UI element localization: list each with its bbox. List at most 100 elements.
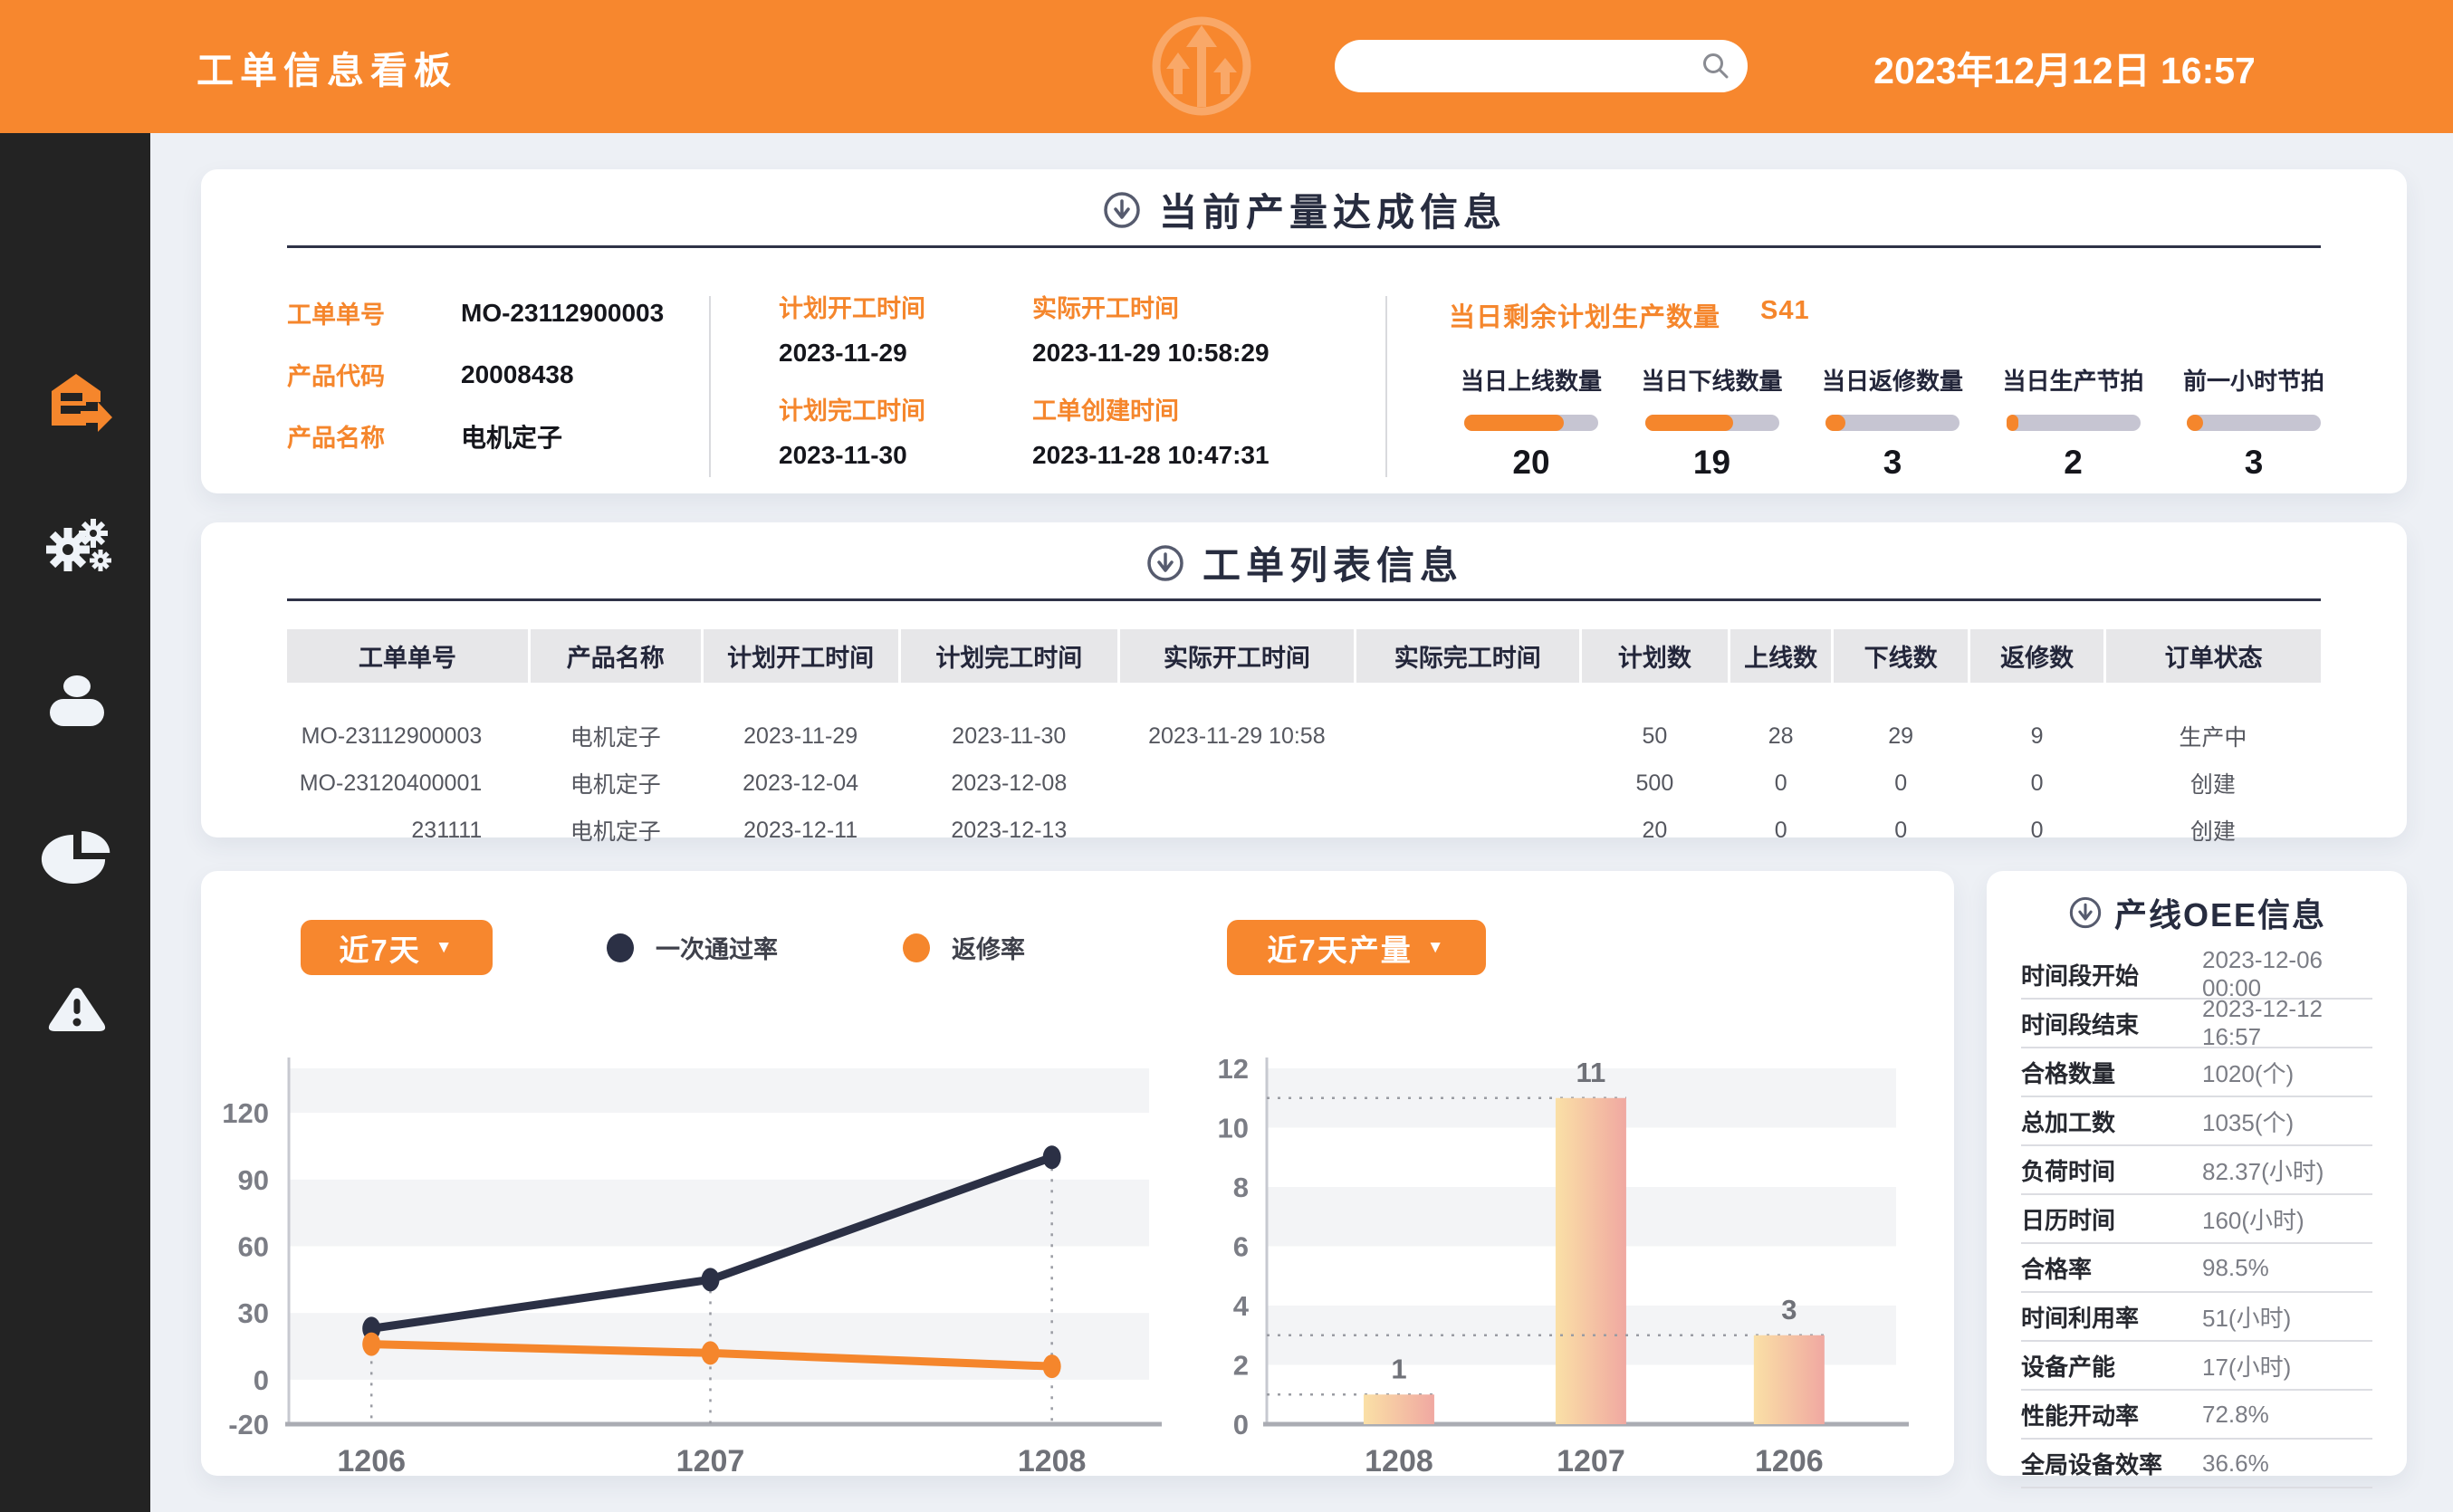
column-header: 实际开工时间	[1119, 629, 1356, 683]
oee-label: 全局设备效率	[2021, 1447, 2202, 1480]
legend-dot-icon	[607, 933, 634, 962]
search-input[interactable]	[1356, 40, 1682, 94]
search-box	[1335, 40, 1748, 92]
section-arrow-icon	[1101, 189, 1143, 231]
table-cell: 28	[1729, 683, 1833, 760]
time-field: 实际开工时间2023-11-29 10:58:29	[1032, 289, 1422, 368]
oee-card: 产线OEE信息 时间段开始2023-12-06 00:00时间段结束2023-1…	[1987, 871, 2407, 1476]
order-list-card: 工单列表信息 工单单号产品名称计划开工时间计划完工时间实际开工时间实际完工时间计…	[201, 522, 2407, 837]
svg-text:3: 3	[1781, 1294, 1797, 1325]
svg-text:10: 10	[1218, 1113, 1249, 1144]
metric-progress-track	[1464, 415, 1598, 431]
sidebar-item-alert-icon[interactable]	[41, 977, 113, 1042]
column-header: 实际完工时间	[1355, 629, 1580, 683]
table-cell: MO-23120400001	[287, 760, 529, 807]
oee-row: 合格数量1020(个)	[2021, 1048, 2372, 1097]
daily-metric: 前一小时节拍3	[2171, 363, 2336, 482]
svg-text:1206: 1206	[337, 1444, 406, 1476]
info-field-value: 20008438	[461, 360, 574, 389]
daily-metric: 当日下线数量 19	[1630, 363, 1795, 482]
oee-value: 51(小时)	[2202, 1300, 2291, 1334]
time-field-value: 2023-11-30	[779, 441, 1032, 470]
oee-row: 日历时间160(小时)	[2021, 1195, 2372, 1244]
metrics-row: 当日上线数量20当日下线数量19当日返修数量3当日生产节拍2前一小时节拍3	[1449, 363, 2336, 482]
oee-value: 1035(个)	[2202, 1105, 2294, 1138]
oee-label: 合格率	[2021, 1251, 2202, 1285]
oee-row: 合格率98.5%	[2021, 1244, 2372, 1293]
svg-text:6: 6	[1233, 1231, 1249, 1263]
metric-label: 当日下线数量	[1641, 363, 1782, 397]
production-range-button[interactable]: 近7天产量 ▼	[1227, 920, 1486, 975]
svg-text:60: 60	[238, 1231, 269, 1263]
logo-icon	[1143, 7, 1260, 125]
time-field-value: 2023-11-28 10:47:31	[1032, 441, 1422, 470]
oee-rows: 时间段开始2023-12-06 00:00时间段结束2023-12-12 16:…	[2021, 951, 2372, 1488]
vertical-divider	[709, 296, 711, 477]
info-field-label: 工单单号	[287, 295, 461, 330]
oee-value: 160(小时)	[2202, 1202, 2304, 1236]
oee-row: 总加工数1035(个)	[2021, 1097, 2372, 1146]
metric-progress-track	[1825, 415, 1960, 431]
column-header: 计划完工时间	[899, 629, 1119, 683]
svg-text:4: 4	[1233, 1290, 1250, 1322]
column-header: 下线数	[1833, 629, 1969, 683]
svg-text:1208: 1208	[1365, 1444, 1433, 1476]
metric-progress-fill	[1464, 415, 1564, 431]
daily-metric: 当日返修数量3	[1810, 363, 1975, 482]
trend-range-button[interactable]: 近7天 ▼	[301, 920, 493, 975]
charts-card: 近7天 ▼ 一次通过率返修率 近7天产量 ▼ -2003060901201206…	[201, 871, 1954, 1476]
time-field-label: 计划开工时间	[779, 289, 1032, 324]
metric-value: 3	[1883, 444, 1902, 482]
metric-progress-fill	[2007, 415, 2018, 431]
table-cell: 2023-12-08	[899, 760, 1119, 807]
legend-label: 一次通过率	[656, 930, 778, 965]
table-cell: MO-23112900003	[287, 683, 529, 760]
trend-legend: 一次通过率 返修率	[607, 920, 1025, 975]
time-fields: 计划开工时间 2023-11-29实际开工时间2023-11-29 10:58:2…	[779, 289, 1422, 470]
section-title: 产线OEE信息	[1987, 889, 2407, 936]
table-cell: 0	[1833, 807, 1969, 854]
table-cell: 0	[1969, 760, 2104, 807]
svg-text:-20: -20	[228, 1409, 269, 1440]
svg-text:120: 120	[222, 1097, 269, 1129]
vertical-divider	[1385, 296, 1387, 477]
section-title-text: 工单列表信息	[1203, 535, 1463, 590]
title-rule	[287, 245, 2321, 248]
table-cell: 电机定子	[529, 683, 702, 760]
sidebar-item-work-order-icon[interactable]	[41, 368, 113, 433]
current-production-card: 当前产量达成信息 工单单号MO-23112900003产品代码20008438产…	[201, 169, 2407, 493]
oee-value: 82.37(小时)	[2202, 1153, 2324, 1187]
legend-label: 返修率	[952, 930, 1025, 965]
table-cell	[1119, 807, 1356, 854]
sidebar-item-gears-icon[interactable]	[41, 513, 113, 579]
order-table-header-row: 工单单号产品名称计划开工时间计划完工时间实际开工时间实际完工时间计划数上线数下线…	[287, 629, 2321, 683]
chevron-down-icon: ▼	[1427, 938, 1446, 958]
oee-label: 时间段开始	[2021, 958, 2202, 991]
time-field-value: 2023-11-29	[779, 339, 1032, 368]
metric-label: 前一小时节拍	[2183, 363, 2324, 397]
title-rule	[287, 598, 2321, 601]
oee-value: 98.5%	[2202, 1254, 2269, 1282]
table-cell	[1119, 760, 1356, 807]
metric-progress-track	[1645, 415, 1779, 431]
sidebar-item-user-icon[interactable]	[41, 669, 113, 734]
oee-row: 全局设备效率36.6%	[2021, 1440, 2372, 1488]
svg-text:0: 0	[254, 1364, 269, 1396]
metric-value: 2	[2064, 444, 2083, 482]
table-cell: 9	[1969, 683, 2104, 760]
legend-dot-icon	[903, 933, 930, 962]
table-cell	[1355, 760, 1580, 807]
table-cell: 0	[1729, 760, 1833, 807]
production-chart-svg: 0246810121120811120731206	[1190, 1023, 1932, 1476]
table-cell: 生产中	[2105, 683, 2321, 760]
search-icon[interactable]	[1701, 51, 1731, 81]
sidebar-item-pie-chart-icon[interactable]	[41, 823, 113, 888]
info-field: 产品代码20008438	[287, 356, 664, 393]
metric-value: 19	[1693, 444, 1730, 482]
table-cell: 2023-12-11	[702, 807, 899, 854]
remaining-plan: 当日剩余计划生产数量 S41	[1449, 296, 1810, 334]
info-field-label: 产品代码	[287, 357, 461, 392]
daily-metric: 当日上线数量20	[1449, 363, 1614, 482]
legend-item: 返修率	[903, 930, 1025, 965]
svg-text:2: 2	[1233, 1350, 1249, 1382]
